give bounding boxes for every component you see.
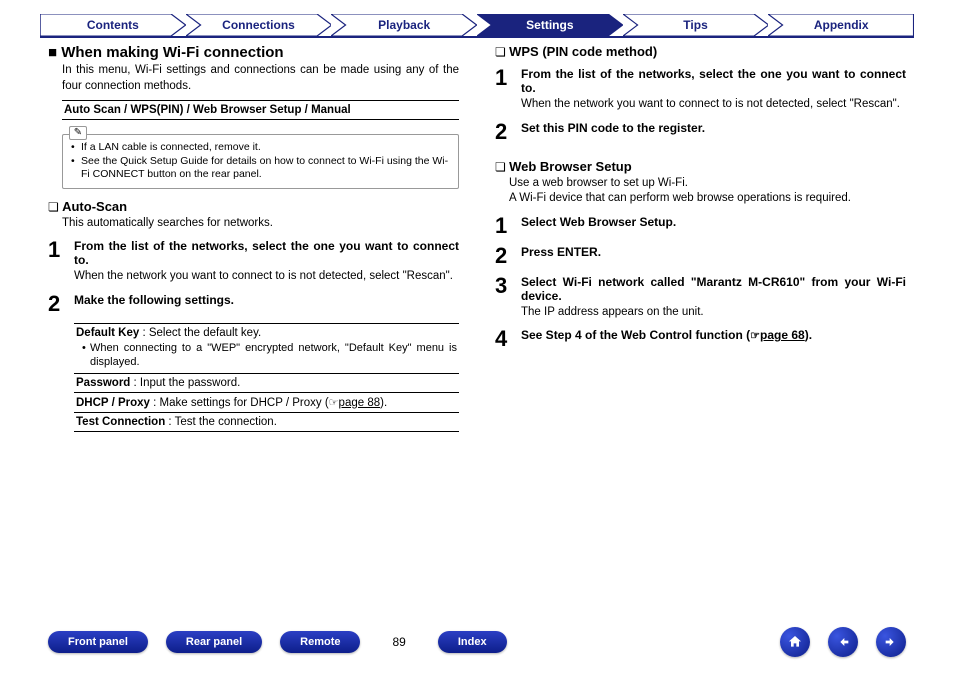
step-title: From the list of the networks, select th… bbox=[521, 67, 906, 95]
step-number: 2 bbox=[48, 293, 66, 315]
step-number: 4 bbox=[495, 328, 513, 350]
tab-label: Contents bbox=[40, 14, 186, 36]
tab-tips[interactable]: Tips bbox=[623, 14, 769, 36]
tab-appendix[interactable]: Appendix bbox=[768, 14, 914, 36]
web-step-4: 4 See Step 4 of the Web Control function… bbox=[495, 328, 906, 350]
right-column: WPS (PIN code method) 1 From the list of… bbox=[495, 44, 906, 432]
step-number: 2 bbox=[495, 121, 513, 143]
step-title: From the list of the networks, select th… bbox=[74, 239, 459, 267]
step-title: Select Wi-Fi network called "Marantz M-C… bbox=[521, 275, 906, 303]
step-2: 2 Make the following settings. bbox=[48, 293, 459, 315]
settings-table: Default Key : Select the default key. Wh… bbox=[74, 323, 459, 432]
left-column: When making Wi-Fi connection In this men… bbox=[48, 44, 459, 432]
web-desc: A Wi-Fi device that can perform web brow… bbox=[495, 191, 906, 207]
remote-button[interactable]: Remote bbox=[280, 631, 360, 653]
rear-panel-button[interactable]: Rear panel bbox=[166, 631, 262, 653]
page-content: When making Wi-Fi connection In this men… bbox=[0, 38, 954, 432]
web-step-1: 1 Select Web Browser Setup. bbox=[495, 215, 906, 237]
tab-contents[interactable]: Contents bbox=[40, 14, 186, 36]
setting-row-password: Password : Input the password. bbox=[74, 374, 459, 393]
step-title: See Step 4 of the Web Control function (… bbox=[521, 328, 906, 342]
front-panel-button[interactable]: Front panel bbox=[48, 631, 148, 653]
step-number: 1 bbox=[495, 215, 513, 237]
step-title: Select Web Browser Setup. bbox=[521, 215, 906, 229]
step-number: 3 bbox=[495, 275, 513, 321]
step-1: 1 From the list of the networks, select … bbox=[48, 239, 459, 285]
note-item: See the Quick Setup Guide for details on… bbox=[71, 155, 450, 182]
tab-label: Connections bbox=[186, 14, 332, 36]
pointer-icon: ☞ bbox=[750, 330, 760, 342]
tab-label: Playback bbox=[331, 14, 477, 36]
index-button[interactable]: Index bbox=[438, 631, 507, 653]
setting-row-defaultkey: Default Key : Select the default key. Wh… bbox=[74, 324, 459, 374]
step-number: 1 bbox=[48, 239, 66, 285]
heading-autoscan: Auto-Scan bbox=[48, 199, 459, 214]
tab-label: Tips bbox=[623, 14, 769, 36]
page-link[interactable]: page 68 bbox=[760, 328, 805, 342]
web-step-3: 3 Select Wi-Fi network called "Marantz M… bbox=[495, 275, 906, 321]
step-desc: When the network you want to connect to … bbox=[521, 97, 906, 113]
web-desc: Use a web browser to set up Wi-Fi. bbox=[495, 176, 906, 192]
heading-webbrowser: Web Browser Setup bbox=[495, 159, 906, 174]
setting-row-dhcp: DHCP / Proxy : Make settings for DHCP / … bbox=[74, 393, 459, 413]
heading-main: When making Wi-Fi connection bbox=[48, 44, 459, 61]
top-nav: Contents Connections Playback Settings T… bbox=[0, 0, 954, 36]
step-title: Make the following settings. bbox=[74, 293, 459, 307]
autoscan-desc: This automatically searches for networks… bbox=[48, 216, 459, 232]
bottom-bar: Front panel Rear panel Remote 89 Index bbox=[0, 627, 954, 657]
note-box: ✎ If a LAN cable is connected, remove it… bbox=[62, 134, 459, 189]
pencil-icon: ✎ bbox=[69, 126, 87, 140]
step-number: 1 bbox=[495, 67, 513, 113]
step-desc: The IP address appears on the unit. bbox=[521, 305, 906, 321]
note-item: If a LAN cable is connected, remove it. bbox=[71, 141, 450, 155]
methods-list: Auto Scan / WPS(PIN) / Web Browser Setup… bbox=[62, 100, 459, 120]
tab-connections[interactable]: Connections bbox=[186, 14, 332, 36]
pointer-icon: ☞ bbox=[329, 397, 339, 409]
main-desc: In this menu, Wi-Fi settings and connect… bbox=[48, 63, 459, 94]
step-title: Press ENTER. bbox=[521, 245, 906, 259]
home-button[interactable] bbox=[780, 627, 810, 657]
arrow-right-icon bbox=[883, 634, 899, 650]
tab-settings[interactable]: Settings bbox=[477, 14, 623, 36]
next-button[interactable] bbox=[876, 627, 906, 657]
step-desc: When the network you want to connect to … bbox=[74, 269, 459, 285]
step-number: 2 bbox=[495, 245, 513, 267]
setting-row-test: Test Connection : Test the connection. bbox=[74, 413, 459, 432]
step-title: Set this PIN code to the register. bbox=[521, 121, 906, 135]
prev-button[interactable] bbox=[828, 627, 858, 657]
page-link[interactable]: page 88 bbox=[339, 397, 381, 409]
web-step-2: 2 Press ENTER. bbox=[495, 245, 906, 267]
wps-step-2: 2 Set this PIN code to the register. bbox=[495, 121, 906, 143]
tab-label: Settings bbox=[477, 14, 623, 36]
tab-playback[interactable]: Playback bbox=[331, 14, 477, 36]
tab-label: Appendix bbox=[768, 14, 914, 36]
arrow-left-icon bbox=[835, 634, 851, 650]
page-number: 89 bbox=[392, 635, 405, 649]
wps-step-1: 1 From the list of the networks, select … bbox=[495, 67, 906, 113]
home-icon bbox=[787, 634, 803, 650]
setting-note: When connecting to a "WEP" encrypted net… bbox=[82, 341, 457, 370]
heading-wps: WPS (PIN code method) bbox=[495, 44, 906, 59]
